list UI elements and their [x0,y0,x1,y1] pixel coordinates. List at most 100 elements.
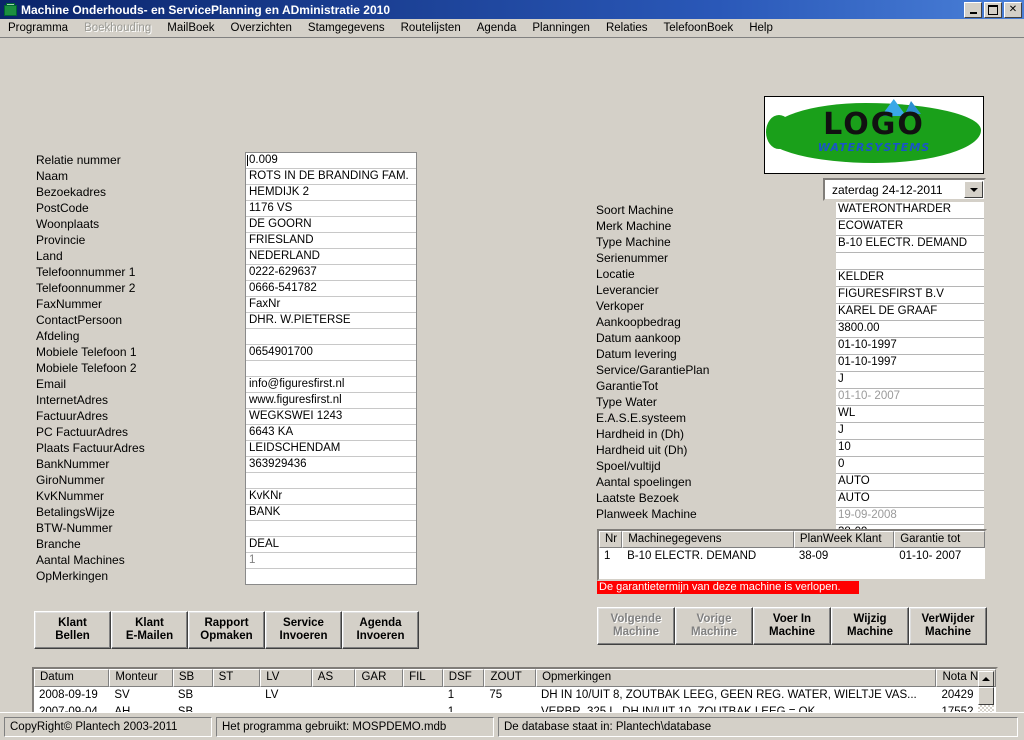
machine-field-10[interactable]: J [836,372,984,389]
machine-field-0[interactable]: WATERONTHARDER [836,202,984,219]
machine-field-8[interactable]: 01-10-1997 [836,338,984,355]
machine-field-11[interactable]: 01-10- 2007 [836,389,984,406]
relation-field-10[interactable]: DHR. W.PIETERSE [246,313,416,329]
history-col-lv[interactable]: LV [260,669,312,687]
machine-label-5: Leverancier [596,283,659,297]
scrollbar-thumb[interactable] [978,687,994,705]
menu-item-planningen[interactable]: Planningen [524,21,598,35]
machine-table-col-0[interactable]: Nr [599,531,623,548]
machine-field-17[interactable]: AUTO [836,491,984,508]
history-col-monteur[interactable]: Monteur [109,669,173,687]
machine-field-16[interactable]: AUTO [836,474,984,491]
window-title: Machine Onderhouds- en ServicePlanning e… [21,2,390,17]
chevron-down-icon[interactable] [964,181,983,198]
machine-table-row[interactable]: 1 B-10 ELECTR. DEMAND 38-09 01-10- 2007 [599,548,985,564]
menu-item-mailboek[interactable]: MailBoek [159,21,222,35]
menu-item-telefoonboek[interactable]: TelefoonBoek [656,21,742,35]
machine-field-3[interactable] [836,253,984,270]
history-col-zout[interactable]: ZOUT [484,669,537,687]
date-combobox[interactable]: zaterdag 24-12-2011 [823,178,986,201]
relation-field-19[interactable]: 363929436 [246,457,416,473]
machine-label-4: Locatie [596,267,635,281]
machine-field-15[interactable]: 0 [836,457,984,474]
history-col-gar[interactable]: GAR [355,669,404,687]
relation-field-9[interactable]: FaxNr [246,297,416,313]
history-col-datum[interactable]: Datum [34,669,110,687]
relation-field-20[interactable] [246,473,416,489]
history-col-dsf[interactable]: DSF [442,669,485,687]
relation-field-26[interactable] [246,569,416,584]
machine-wijzig-button[interactable]: Wijzig Machine [831,607,909,645]
machine-field-18[interactable]: 19-09-2008 [836,508,984,525]
menu-item-overzichten[interactable]: Overzichten [223,21,300,35]
relation-field-16[interactable]: WEGKSWEI 1243 [246,409,416,425]
relation-field-3[interactable]: 1176 VS [246,201,416,217]
machine-field-6[interactable]: KAREL DE GRAAF [836,304,984,321]
machine-field-7[interactable]: 3800.00 [836,321,984,338]
relation-field-4[interactable]: DE GOORN [246,217,416,233]
relation-field-18[interactable]: LEIDSCHENDAM [246,441,416,457]
machine-field-13[interactable]: J [836,423,984,440]
relation-field-7[interactable]: 0222-629637 [246,265,416,281]
history-col-sb[interactable]: SB [172,669,213,687]
relation-field-5[interactable]: FRIESLAND [246,233,416,249]
history-col-as[interactable]: AS [311,669,356,687]
history-col-fil[interactable]: FIL [403,669,443,687]
relation-field-23[interactable] [246,521,416,537]
close-button[interactable]: ✕ [1004,2,1022,18]
button-line2: Invoeren [279,630,328,642]
relation-field-6[interactable]: NEDERLAND [246,249,416,265]
relation-field-21[interactable]: KvKNr [246,489,416,505]
relation-label-4: Woonplaats [36,217,100,231]
machine-label-16: Spoel/vultijd [596,459,661,473]
relation-klant-button[interactable]: Klant Bellen [34,611,111,649]
machine-field-9[interactable]: 01-10-1997 [836,355,984,372]
machine-field-5[interactable]: FIGURESFIRST B.V [836,287,984,304]
relation-rapport-button[interactable]: Rapport Opmaken [188,611,265,649]
menu-item-relaties[interactable]: Relaties [598,21,656,35]
machine-field-1[interactable]: ECOWATER [836,219,984,236]
machine-field-14[interactable]: 10 [836,440,984,457]
menu-item-boekhouding: Boekhouding [84,22,152,34]
machine-field-4[interactable]: KELDER [836,270,984,287]
history-cell-zout: 75 [489,689,503,701]
menu-item-stamgegevens[interactable]: Stamgegevens [300,21,393,35]
relation-field-8[interactable]: 0666-541782 [246,281,416,297]
relation-klant-button[interactable]: Klant E-Mailen [111,611,188,649]
relation-field-1[interactable]: ROTS IN DE BRANDING FAM. [246,169,416,185]
relation-agenda-button[interactable]: Agenda Invoeren [342,611,419,649]
machine-label-14: Hardheid in (Dh) [596,427,685,441]
machine-table-col-2[interactable]: PlanWeek Klant [793,531,895,548]
menu-item-routelijsten[interactable]: Routelijsten [393,21,469,35]
relation-field-11[interactable] [246,329,416,345]
menu-item-help[interactable]: Help [741,21,781,35]
machine-table-col-1[interactable]: Machinegegevens [622,531,794,548]
history-col-st[interactable]: ST [212,669,261,687]
relation-field-2[interactable]: HEMDIJK 2 [246,185,416,201]
relation-field-0[interactable]: 0.009 [246,153,416,169]
machine-voerin-button[interactable]: Voer In Machine [753,607,831,645]
menu-item-programma[interactable]: Programma [0,21,76,35]
relation-fields: 0.009 ROTS IN DE BRANDING FAM. HEMDIJK 2 11… [245,152,417,585]
history-row[interactable]: 2008-09-19 SV SB LV 1 75 DH IN 10/UIT 8, ZOUTB… [34,687,996,704]
relation-label-9: FaxNummer [36,297,103,311]
restore-button[interactable] [984,2,1002,18]
machine-verwijder-button[interactable]: VerWijder Machine [909,607,987,645]
machine-table-col-3[interactable]: Garantie tot [894,531,985,548]
relation-field-22[interactable]: BANK [246,505,416,521]
machine-field-12[interactable]: WL [836,406,984,423]
relation-field-14[interactable]: info@figuresfirst.nl [246,377,416,393]
machine-field-2[interactable]: B-10 ELECTR. DEMAND [836,236,984,253]
history-col-opmerkingen[interactable]: Opmerkingen [536,669,937,687]
history-cell-opmerkingen: DH IN 10/UIT 8, ZOUTBAK LEEG, GEEN REG. … [541,689,917,701]
minimize-button[interactable] [964,2,982,18]
scroll-up-button[interactable] [978,671,994,687]
relation-field-13[interactable] [246,361,416,377]
relation-field-24[interactable]: DEAL [246,537,416,553]
relation-field-17[interactable]: 6643 KA [246,425,416,441]
menu-item-agenda[interactable]: Agenda [469,21,525,35]
relation-field-25[interactable]: 1 [246,553,416,569]
relation-field-12[interactable]: 0654901700 [246,345,416,361]
relation-service-button[interactable]: Service Invoeren [265,611,342,649]
relation-field-15[interactable]: www.figuresfirst.nl [246,393,416,409]
